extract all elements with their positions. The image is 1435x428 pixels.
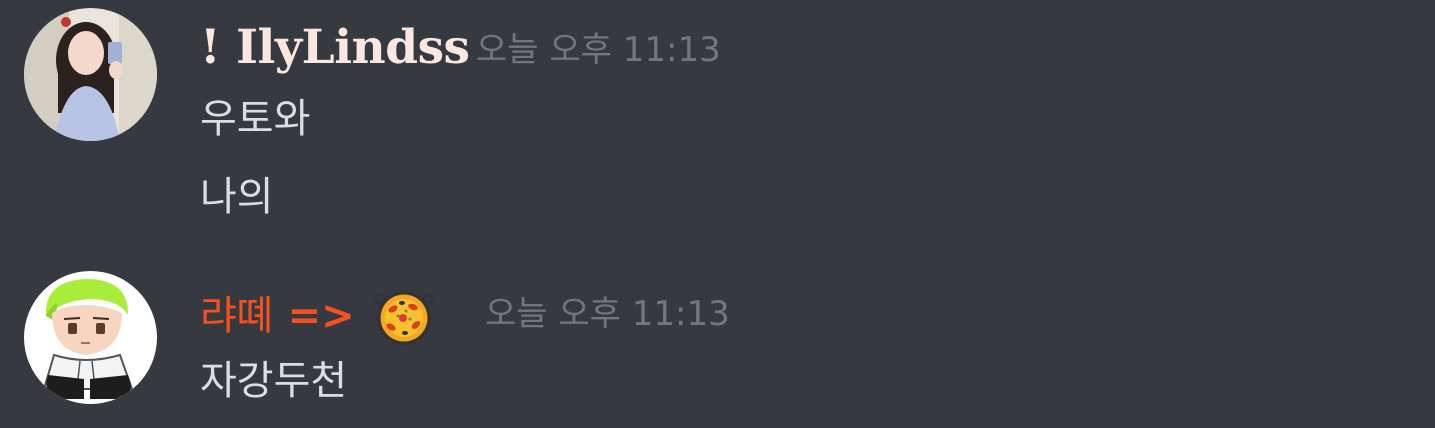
timestamp[interactable]: 오늘 오후 11:13 [485, 297, 730, 331]
paella-icon [373, 285, 435, 347]
timestamp[interactable]: 오늘 오후 11:13 [476, 33, 721, 67]
avatar[interactable] [24, 271, 157, 404]
message-text: 나의 [200, 174, 274, 220]
message-text: 자강두천 [200, 358, 348, 404]
author-suffix: => [287, 293, 355, 339]
author-name[interactable]: ! IlyLindss [200, 24, 470, 71]
avatar[interactable] [24, 8, 157, 141]
author-name[interactable]: 랴뗴 [200, 296, 274, 336]
author-name-group[interactable]: 랴뗴 => [200, 285, 435, 347]
message-text: 우토와 [200, 96, 311, 142]
